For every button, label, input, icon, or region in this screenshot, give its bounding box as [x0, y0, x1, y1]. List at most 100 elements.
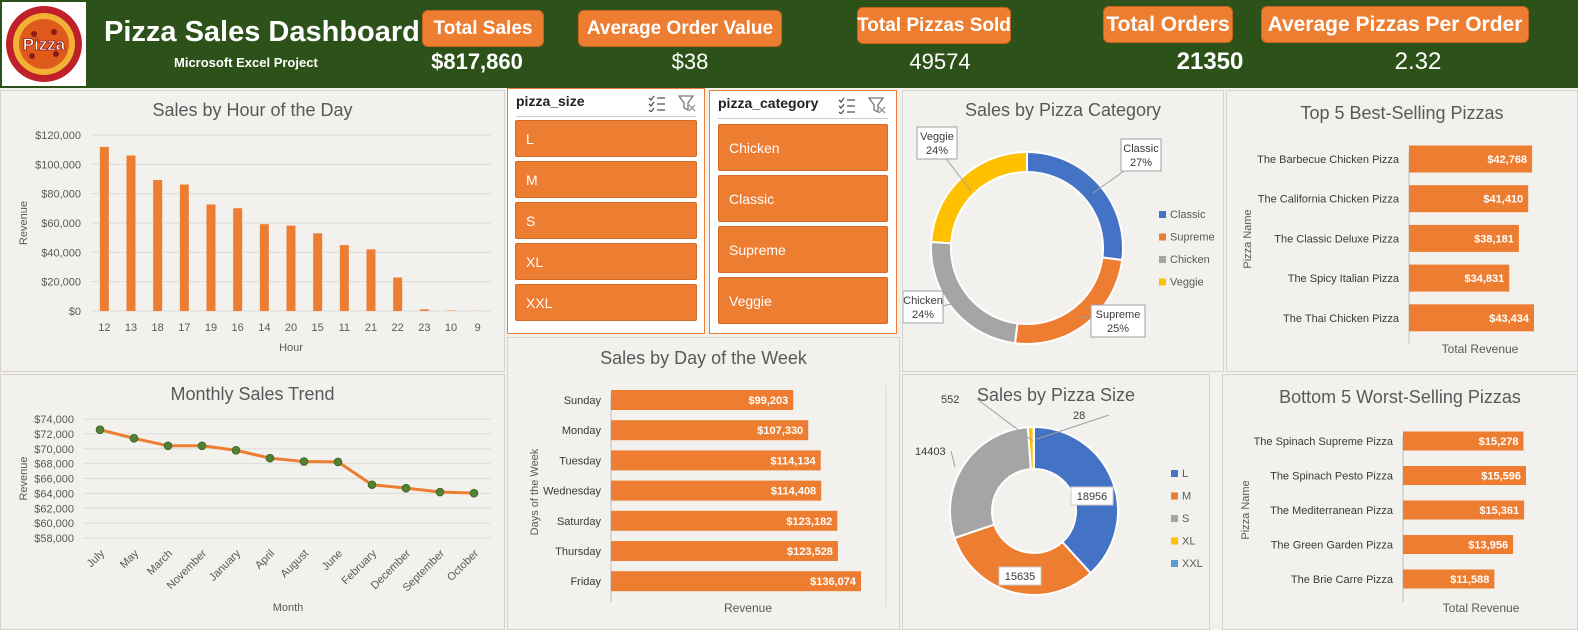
y-tick-label: $60,000	[34, 518, 74, 530]
x-tick-label: January	[207, 547, 244, 584]
panel-hour: Sales by Hour of the Day $0 $20,000 $40,00…	[0, 90, 505, 372]
data-point	[299, 457, 309, 466]
slice	[1026, 150, 1124, 262]
data-label: $15,361	[1479, 505, 1519, 517]
legend-label: Classic	[1170, 209, 1206, 221]
slicer-pizza-category: pizza_category Chicken Classic Supreme Vegg…	[709, 90, 897, 334]
bar	[259, 224, 269, 311]
data-point	[469, 488, 479, 498]
slicer-size-xl[interactable]: XL	[515, 243, 697, 280]
data-point	[435, 487, 445, 497]
bar	[233, 208, 243, 311]
legend-swatch	[1171, 515, 1178, 522]
slicer-size-s[interactable]: S	[515, 202, 697, 239]
x-tick-label: July	[85, 547, 108, 570]
y-tick-label: $70,000	[34, 444, 74, 456]
y-axis-title: Days of the Week	[529, 448, 541, 535]
legend-label: M	[1182, 491, 1191, 503]
x-tick-label: 17	[178, 322, 190, 334]
slicer-category-veggie[interactable]: Veggie	[718, 277, 888, 324]
x-tick-label: 11	[339, 322, 350, 334]
y-tick-label: $58,000	[34, 533, 74, 545]
panel-top5: Top 5 Best-Selling Pizzas $42,768 The Bar…	[1226, 90, 1578, 372]
data-label: $123,182	[786, 516, 832, 528]
x-tick-label: 19	[205, 322, 217, 334]
y-tick-label: $72,000	[34, 429, 74, 441]
panel-size: Sales by Pizza Size L M S XL XXL 18956 15635 14…	[902, 374, 1210, 630]
slicer-size-l[interactable]: L	[515, 120, 697, 157]
callout-percent: 24%	[912, 309, 934, 321]
data-label: $11,588	[1450, 574, 1489, 586]
pizza-logo: Pizza	[2, 2, 86, 86]
data-label: 552	[941, 394, 959, 406]
legend-swatch	[1159, 256, 1166, 263]
data-label: 28	[1073, 410, 1085, 422]
clear-filter-icon[interactable]	[678, 94, 696, 112]
multi-select-icon[interactable]	[838, 96, 856, 114]
x-tick-label: 22	[392, 322, 404, 334]
slicer-size-m[interactable]: M	[515, 161, 697, 198]
legend-label: Veggie	[1170, 277, 1204, 289]
kpi-avg-order-label: Average Order Value	[578, 10, 782, 47]
slicer-size-xxl[interactable]: XXL	[515, 284, 697, 321]
kpi-avg-order-value: $38	[671, 49, 709, 74]
dashboard-title: Pizza Sales Dashboard	[104, 16, 420, 48]
legend-swatch	[1171, 470, 1178, 477]
category-label: The Brie Carre Pizza	[1291, 574, 1394, 586]
kpi-avg-pizzas-label: Average Pizzas Per Order	[1261, 6, 1529, 43]
y-tick-label: $20,000	[41, 277, 81, 289]
data-point	[231, 445, 241, 455]
category-label: Thursday	[555, 546, 601, 558]
data-label: $99,203	[748, 395, 788, 407]
x-tick-label: 21	[365, 322, 377, 334]
chart-category: Classic Supreme Chicken Veggie Classic 27% Sup…	[903, 126, 1215, 345]
category-label: The Mediterranean Pizza	[1270, 505, 1394, 517]
kpi-avg-pizzas-value: 2.32	[1394, 48, 1442, 75]
leader-line	[950, 450, 956, 468]
y-axis-title: Pizza Name	[1242, 209, 1254, 268]
clear-filter-icon[interactable]	[868, 96, 886, 114]
kpi-total-orders-value: 21350	[1176, 48, 1244, 75]
dashboard-subtitle: Microsoft Excel Project	[174, 55, 318, 70]
slicer-category-chicken[interactable]: Chicken	[718, 124, 888, 171]
x-tick-label: 16	[232, 322, 244, 334]
kpi-total-orders-label: Total Orders	[1103, 6, 1233, 43]
x-axis-title: Total Revenue	[1443, 601, 1520, 615]
legend-swatch	[1159, 278, 1166, 286]
data-point	[265, 453, 275, 463]
chart-bottom5: $15,278 The Spinach Supreme Pizza $15,596 T…	[1240, 431, 1526, 615]
data-label: 18956	[1077, 491, 1108, 503]
x-tick-label: 23	[418, 322, 430, 334]
legend-swatch	[1171, 560, 1178, 567]
legend-swatch	[1159, 233, 1166, 241]
slicer-size-title: pizza_size	[516, 93, 585, 109]
legend-label: XXL	[1182, 558, 1203, 570]
y-tick-label: $66,000	[34, 474, 74, 486]
multi-select-icon[interactable]	[648, 94, 666, 112]
slicer-category-supreme[interactable]: Supreme	[718, 226, 888, 273]
x-tick-label: 12	[98, 322, 110, 334]
category-label: The Spicy Italian Pizza	[1288, 273, 1400, 285]
bar	[419, 309, 429, 311]
callout-name: Supreme	[1096, 309, 1141, 321]
category-label: The Thai Chicken Pizza	[1283, 313, 1400, 325]
data-point	[197, 441, 207, 451]
x-tick-label: 18	[152, 322, 164, 334]
x-tick-label: 20	[285, 322, 297, 334]
x-tick-label: 15	[312, 322, 324, 334]
category-label: The Barbecue Chicken Pizza	[1257, 154, 1400, 166]
category-label: Sunday	[564, 395, 602, 407]
kpi-pizzas-sold-value: 49574	[909, 49, 971, 74]
callout-name: Veggie	[920, 131, 954, 143]
x-tick-label: 10	[445, 322, 457, 334]
kpi-total-sales-value: $817,860	[431, 49, 523, 74]
y-tick-label: $0	[69, 306, 81, 318]
slice	[930, 240, 1019, 345]
data-point	[333, 457, 343, 467]
legend-swatch	[1171, 537, 1178, 545]
slicer-category-classic[interactable]: Classic	[718, 175, 888, 222]
y-tick-label: $100,000	[35, 159, 81, 171]
data-point	[129, 434, 139, 443]
data-point	[367, 480, 377, 490]
chart-month: $58,000 $60,000 $62,000 $64,000 $66,000 $68,0…	[18, 414, 491, 614]
